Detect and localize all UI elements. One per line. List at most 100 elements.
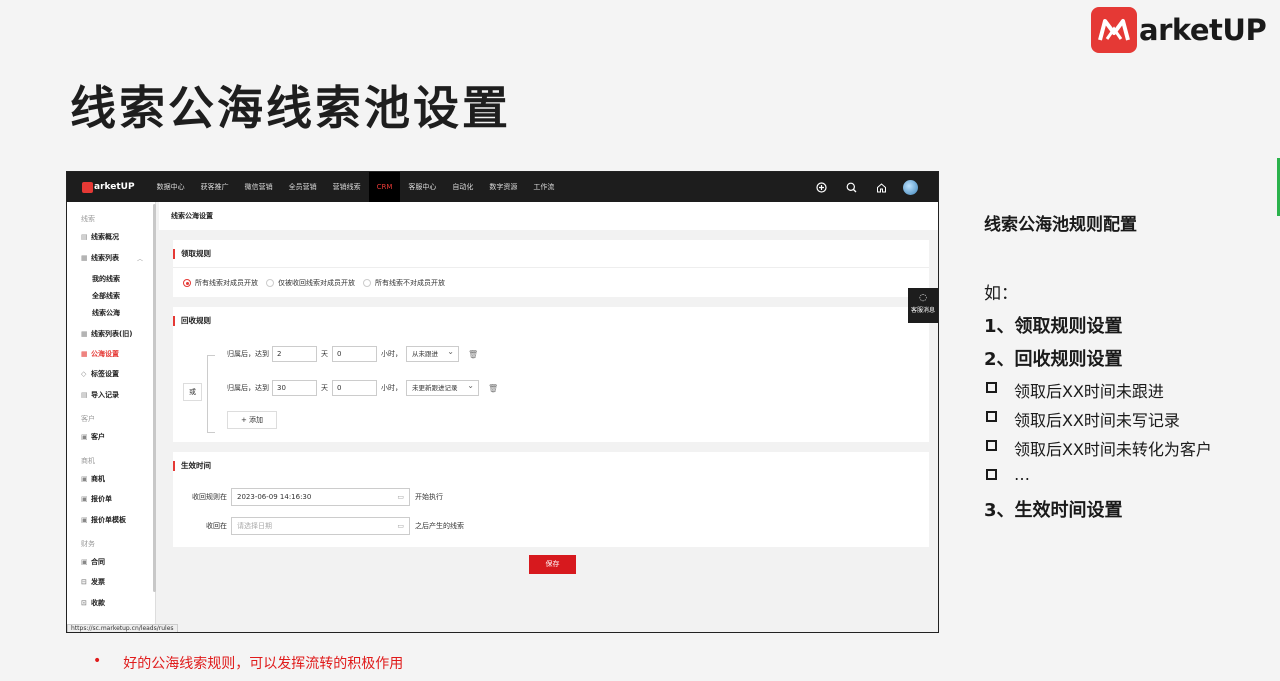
sidebar-item-label: 标签设置 — [91, 370, 119, 378]
sidebar-item-tag-settings[interactable]: ◇ 标签设置 — [67, 369, 119, 379]
sidebar-item-leads-overview[interactable]: ▤ 线索概况 — [67, 232, 119, 242]
effective-time-title: 生效时间 — [173, 461, 211, 471]
sidebar-item-pool-settings[interactable]: ▦ 公海设置 — [67, 349, 119, 359]
checkbox-icon — [986, 411, 997, 422]
sidebar-item-label: 公海设置 — [91, 350, 119, 358]
day-unit: 天 — [321, 350, 328, 358]
radio-label: 所有线索对成员开放 — [195, 279, 258, 287]
payment-icon: ⊡ — [81, 599, 87, 607]
logo-mark-icon — [1091, 7, 1137, 53]
bottom-note-text: 好的公海线索规则，可以发挥流转的积极作用 — [123, 656, 404, 672]
trash-icon[interactable]: 🗑 — [488, 384, 498, 393]
right-panel-item-2: 2、回收规则设置 — [984, 349, 1123, 370]
nav-item-wechat[interactable]: 微信营销 — [237, 172, 281, 202]
add-rule-button[interactable]: + 添加 — [227, 411, 277, 429]
sidebar-item-opportunity[interactable]: ▣ 商机 — [67, 474, 105, 484]
search-icon[interactable] — [843, 179, 859, 195]
hour-unit: 小时， — [381, 384, 402, 392]
app-logo[interactable]: arketUP — [82, 181, 135, 193]
right-panel-subitem: 领取后XX时间未跟进 — [1014, 382, 1164, 401]
divider — [173, 267, 929, 268]
chevron-up-icon[interactable]: ︿ — [137, 254, 143, 263]
bottom-note: • 好的公海线索规则，可以发挥流转的积极作用 — [93, 653, 403, 673]
days-input[interactable]: 2 — [272, 346, 317, 362]
claim-rules-title: 领取规则 — [173, 249, 211, 259]
sidebar-item-payment[interactable]: ⊡ 收款 — [67, 598, 105, 608]
logo-text: arketUP — [1139, 13, 1267, 47]
hours-input[interactable]: 0 — [332, 380, 377, 396]
nav-item-workflow[interactable]: 工作流 — [525, 172, 562, 202]
radio-checked-icon — [183, 279, 191, 287]
radio-all-closed[interactable]: 所有线索不对成员开放 — [363, 278, 445, 288]
sidebar-item-label: 报价单 — [91, 495, 112, 503]
brand-logo: arketUP — [1091, 7, 1267, 53]
invoice-icon: ⊟ — [81, 578, 87, 586]
topbar-actions — [813, 172, 918, 202]
sidebar-item-quote[interactable]: ▣ 报价单 — [67, 494, 112, 504]
sidebar-item-invoice[interactable]: ⊟ 发票 — [67, 577, 105, 587]
days-input[interactable]: 30 — [272, 380, 317, 396]
save-button[interactable]: 保存 — [529, 555, 576, 574]
float-help-label: 客服消息 — [910, 307, 935, 314]
sidebar-item-customer[interactable]: ▣ 客户 — [67, 432, 105, 442]
sidebar-item-quote-template[interactable]: ▣ 报价单模板 — [67, 515, 126, 525]
recycle-rule-row: 归属后，达到 2 天 0 小时， 从未跟进 🗑 — [227, 345, 478, 362]
opportunity-icon: ▣ — [81, 475, 88, 483]
checkbox-icon — [986, 469, 997, 480]
sidebar-group-leads: 线索 — [81, 215, 95, 223]
claim-rules-card: 领取规则 所有线索对成员开放 仅被收回线索对成员开放 所有线索不对成员开放 — [173, 240, 929, 297]
slide-title: 线索公海线索池设置 — [70, 81, 511, 135]
nav-item-crm[interactable]: CRM — [368, 172, 401, 202]
condition-select[interactable]: 从未跟进 — [406, 345, 459, 362]
nav-item-marketing-leads[interactable]: 营销线索 — [325, 172, 369, 202]
trash-icon[interactable]: 🗑 — [468, 350, 478, 359]
sidebar-item-leads-list-old[interactable]: ▦ 线索列表(旧) — [67, 329, 132, 339]
user-avatar[interactable] — [903, 179, 918, 195]
right-panel-title: 线索公海池规则配置 — [984, 215, 1137, 235]
customer-service-button[interactable]: ◌ 客服消息 — [908, 288, 938, 323]
sidebar-item-label: 导入记录 — [91, 391, 119, 399]
add-circle-icon[interactable] — [813, 179, 829, 195]
sidebar-subitem-all-leads[interactable]: 全部线索 — [92, 291, 120, 301]
sidebar-group-customer: 客户 — [81, 415, 95, 423]
tag-icon: ◇ — [81, 370, 87, 378]
recycle-rule-row: 归属后，达到 30 天 0 小时， 未更新跟进记录 🗑 — [227, 379, 498, 396]
nav-item-service[interactable]: 客服中心 — [400, 172, 444, 202]
condition-select[interactable]: 未更新跟进记录 — [406, 379, 479, 396]
nav-item-data-center[interactable]: 数据中心 — [149, 172, 193, 202]
calendar-icon: ▭ — [397, 522, 404, 530]
radio-recycled-open[interactable]: 仅被收回线索对成员开放 — [266, 278, 355, 288]
breadcrumb: 线索公海设置 — [159, 202, 938, 230]
app-logo-mark-icon — [82, 181, 93, 193]
recycle-time-row: 收回在 请选择日期 ▭ 之后产生的线索 — [187, 517, 464, 535]
sidebar-item-label: 报价单模板 — [91, 516, 126, 524]
list-icon: ▦ — [81, 254, 88, 262]
right-panel-item-1: 1、领取规则设置 — [984, 316, 1123, 337]
sidebar-subitem-my-leads[interactable]: 我的线索 — [92, 274, 120, 284]
start-date-input[interactable]: 2023-06-09 14:16:30 ▭ — [231, 488, 410, 506]
home-icon[interactable] — [873, 179, 889, 195]
or-toggle[interactable]: 或 — [183, 383, 202, 401]
app-logo-text: arketUP — [94, 182, 135, 192]
hours-input[interactable]: 0 — [332, 346, 377, 362]
nav-item-all-staff[interactable]: 全员营销 — [281, 172, 325, 202]
sidebar-item-label: 线索概况 — [91, 233, 119, 241]
template-icon: ▣ — [81, 516, 88, 524]
nav-item-automation[interactable]: 自动化 — [444, 172, 481, 202]
sidebar-item-leads-list[interactable]: ▦ 线索列表 — [67, 253, 119, 263]
sidebar-item-contract[interactable]: ▣ 合同 — [67, 557, 105, 567]
nav-item-digital-assets[interactable]: 数字资源 — [481, 172, 525, 202]
quote-icon: ▣ — [81, 495, 88, 503]
sidebar-item-import-records[interactable]: ▤ 导入记录 — [67, 390, 119, 400]
main-content: 线索公海设置 领取规则 所有线索对成员开放 仅被收回线索对成员开放 所有线索不对… — [159, 202, 938, 632]
date-placeholder: 请选择日期 — [237, 522, 272, 530]
radio-all-open[interactable]: 所有线索对成员开放 — [183, 278, 258, 288]
checkbox-icon — [986, 382, 997, 393]
nav-item-acquisition[interactable]: 获客推广 — [193, 172, 237, 202]
list-icon: ▦ — [81, 330, 88, 338]
chat-icon: ◌ — [919, 293, 927, 303]
recycle-date-input[interactable]: 请选择日期 ▭ — [231, 517, 410, 535]
sidebar-scrollbar[interactable] — [153, 204, 156, 592]
right-panel-item-3: 3、生效时间设置 — [984, 500, 1123, 521]
sidebar-subitem-leads-pool[interactable]: 线索公海 — [92, 308, 120, 318]
